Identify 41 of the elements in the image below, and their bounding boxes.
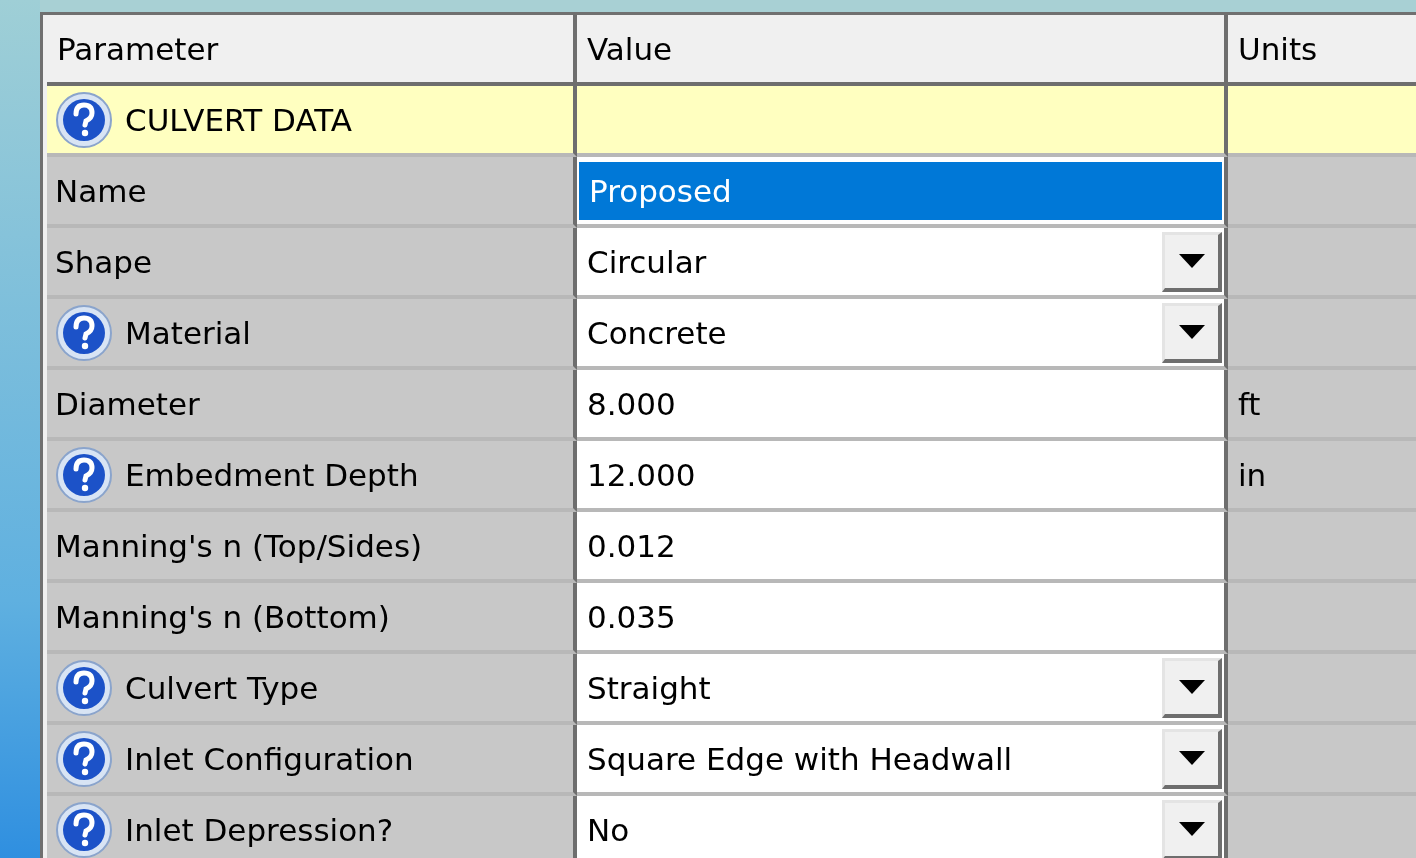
help-icon[interactable] (55, 729, 113, 788)
units-label: ft (1238, 385, 1261, 422)
value-field[interactable]: 12.000 (587, 456, 1222, 493)
dropdown-caret-icon (1178, 680, 1205, 694)
dropdown-caret-icon (1178, 751, 1205, 765)
value-field[interactable]: No (587, 811, 1162, 848)
column-header[interactable]: Parameter (47, 15, 577, 86)
value-field[interactable]: Concrete (587, 314, 1162, 351)
parameter-label: Manning's n (Bottom) (55, 598, 390, 635)
help-icon[interactable] (55, 658, 113, 717)
dropdown-button[interactable] (1162, 302, 1222, 363)
parameter-label: Diameter (55, 385, 200, 422)
parameter-label: Shape (55, 243, 153, 280)
value-field[interactable]: 0.012 (587, 527, 1222, 564)
dropdown-button[interactable] (1162, 657, 1222, 718)
dropdown-button[interactable] (1162, 799, 1222, 858)
units-label: in (1238, 456, 1267, 493)
value-field[interactable]: Circular (587, 243, 1162, 280)
value-field[interactable]: Square Edge with Headwall (587, 740, 1162, 777)
dropdown-button[interactable] (1162, 231, 1222, 292)
selected-value-field[interactable]: Proposed (579, 161, 1222, 220)
parameter-label: Inlet Configuration (125, 740, 414, 777)
help-icon[interactable] (55, 303, 113, 362)
help-icon[interactable] (55, 90, 113, 149)
parameter-label: Name (55, 172, 147, 209)
value-field[interactable]: 0.035 (587, 598, 1222, 635)
parameter-label: Inlet Depression? (125, 811, 394, 848)
help-icon[interactable] (55, 800, 113, 858)
dropdown-caret-icon (1178, 822, 1205, 836)
dropdown-button[interactable] (1162, 728, 1222, 789)
parameter-label: Manning's n (Top/Sides) (55, 527, 423, 564)
column-header[interactable]: Value (577, 15, 1228, 86)
help-icon[interactable] (55, 445, 113, 504)
parameter-label: Embedment Depth (125, 456, 419, 493)
value-field[interactable]: Straight (587, 669, 1162, 706)
value-field[interactable]: 8.000 (587, 385, 1222, 422)
dropdown-caret-icon (1178, 254, 1205, 268)
parameter-label: Material (125, 314, 251, 351)
section-heading: CULVERT DATA (125, 101, 352, 138)
parameter-label: Culvert Type (125, 669, 319, 706)
dropdown-caret-icon (1178, 325, 1205, 339)
